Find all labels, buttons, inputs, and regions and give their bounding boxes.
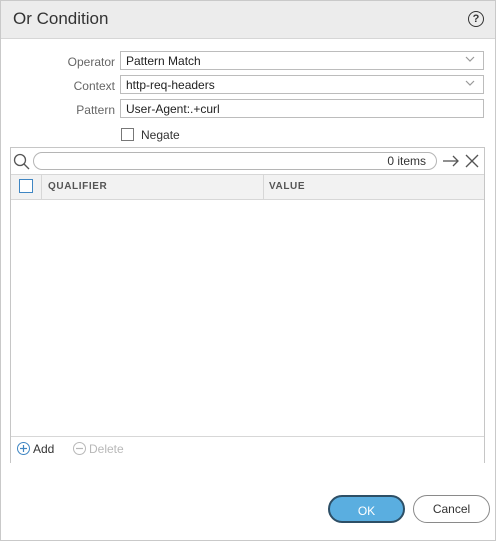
pattern-label: Pattern: [76, 103, 115, 117]
context-select[interactable]: http-req-headers: [120, 75, 484, 94]
column-divider: [263, 175, 264, 199]
context-value: http-req-headers: [126, 78, 215, 92]
column-header-qualifier[interactable]: QUALIFIER: [48, 181, 107, 192]
add-button[interactable]: Add: [17, 442, 54, 456]
negate-label: Negate: [141, 128, 180, 142]
operator-select[interactable]: Pattern Match: [120, 51, 484, 70]
close-icon[interactable]: [464, 153, 480, 169]
context-label: Context: [73, 79, 115, 93]
table-header: QUALIFIER VALUE: [11, 174, 484, 200]
select-all-checkbox[interactable]: [19, 179, 33, 193]
qualifier-grid: 0 items QUALIFIER VALUE Add Delete: [10, 147, 485, 463]
or-condition-dialog: Or Condition ? Operator Pattern Match Co…: [0, 0, 496, 541]
operator-label: Operator: [67, 55, 115, 69]
delete-button[interactable]: Delete: [73, 442, 124, 456]
dialog-header: Or Condition ?: [1, 1, 495, 39]
minus-circle-icon: [73, 442, 86, 455]
column-divider: [41, 175, 42, 199]
pattern-input[interactable]: User-Agent:.+curl: [120, 99, 484, 118]
add-label: Add: [33, 442, 55, 456]
search-input[interactable]: 0 items: [33, 152, 437, 170]
negate-checkbox[interactable]: [121, 128, 134, 141]
search-icon: [13, 153, 30, 170]
cancel-button[interactable]: Cancel: [413, 495, 490, 523]
operator-value: Pattern Match: [126, 54, 201, 68]
chevron-down-icon: [465, 56, 475, 62]
item-count: 0 items: [387, 154, 426, 168]
dialog-title: Or Condition: [13, 9, 109, 28]
column-header-value[interactable]: VALUE: [269, 181, 305, 192]
question-circle-icon[interactable]: ?: [468, 11, 484, 27]
delete-label: Delete: [89, 442, 124, 456]
chevron-down-icon: [465, 80, 475, 86]
plus-circle-icon: [17, 442, 30, 455]
grid-footer: Add Delete: [11, 436, 484, 463]
arrow-right-icon[interactable]: [442, 153, 460, 169]
ok-button[interactable]: OK: [328, 495, 405, 523]
grid-toolbar: 0 items: [11, 148, 484, 174]
pattern-value: User-Agent:.+curl: [126, 102, 220, 116]
